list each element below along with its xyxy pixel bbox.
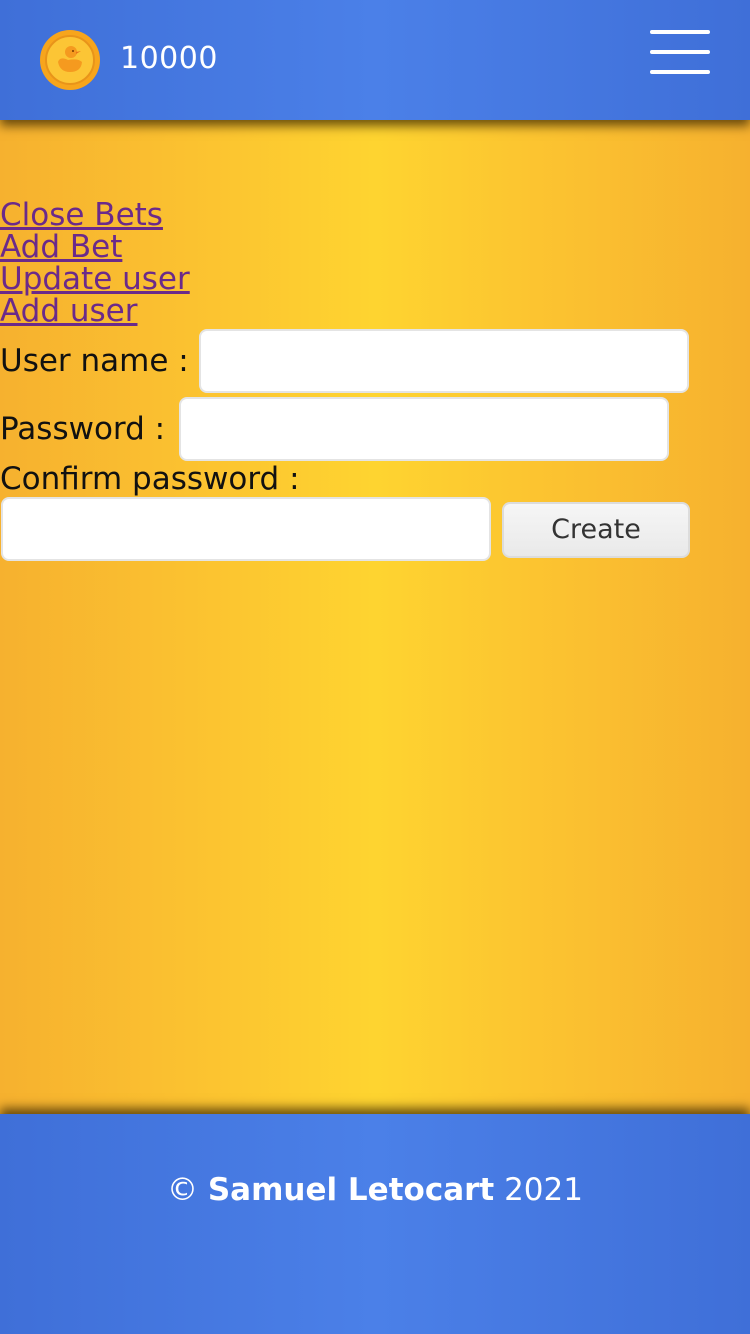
menu-bar bbox=[650, 30, 710, 34]
top-bar: 10000 bbox=[0, 0, 750, 120]
copyright-text: © Samuel Letocart 2021 bbox=[0, 1168, 750, 1212]
footer: © Samuel Letocart 2021 bbox=[0, 1114, 750, 1334]
username-label: User name : bbox=[0, 343, 189, 379]
password-label: Password : bbox=[0, 411, 166, 447]
confirm-password-label: Confirm password : bbox=[0, 461, 300, 497]
copyright-symbol: © bbox=[167, 1172, 198, 1208]
password-input[interactable] bbox=[179, 397, 669, 461]
add-user-link[interactable]: Add user bbox=[0, 295, 138, 327]
author-name: Samuel Letocart bbox=[207, 1172, 495, 1208]
menu-bar bbox=[650, 70, 710, 74]
hamburger-menu-icon[interactable] bbox=[650, 30, 710, 74]
copyright-year: 2021 bbox=[504, 1172, 583, 1208]
coin-balance: 10000 bbox=[120, 41, 218, 76]
confirm-password-input[interactable] bbox=[1, 497, 491, 561]
menu-bar bbox=[650, 50, 710, 54]
username-input[interactable] bbox=[199, 329, 689, 393]
add-bet-link[interactable]: Add Bet bbox=[0, 231, 122, 263]
duck-coin-icon bbox=[40, 30, 100, 90]
update-user-link[interactable]: Update user bbox=[0, 263, 190, 295]
close-bets-link[interactable]: Close Bets bbox=[0, 199, 163, 231]
create-button[interactable]: Create bbox=[502, 502, 690, 558]
